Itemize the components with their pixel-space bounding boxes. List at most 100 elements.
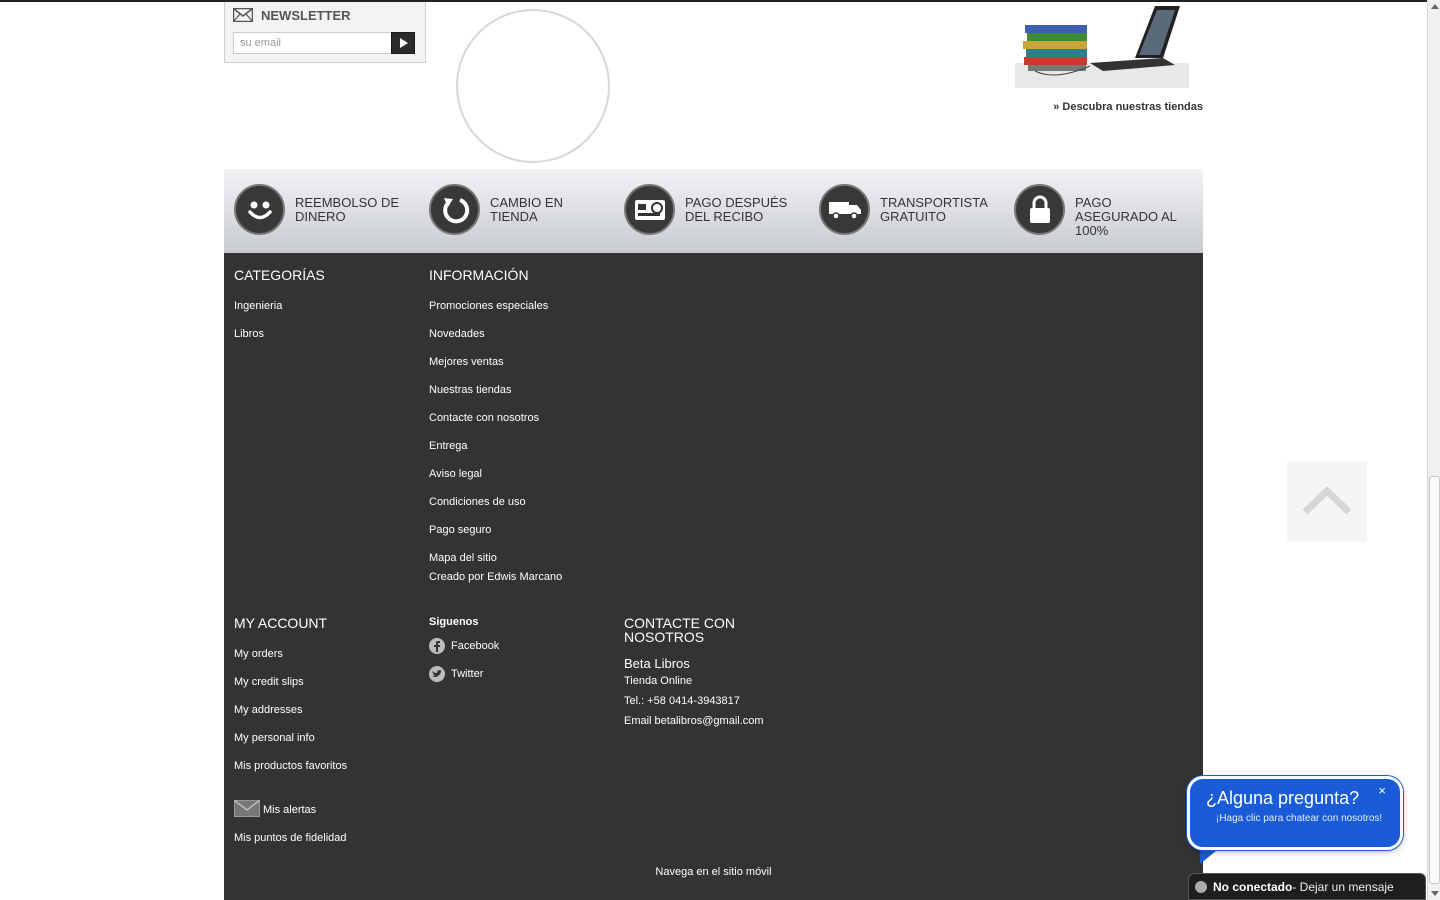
chat-invite-bubble[interactable]: ¿Alguna pregunta? ¡Haga clic para chatea…	[1187, 776, 1403, 850]
info-link[interactable]: Condiciones de uso	[429, 496, 526, 508]
reassurance-item: Cambio en tienda	[419, 169, 614, 253]
reassurance-item: Reembolso de dinero	[224, 169, 419, 253]
store-type: Tienda Online	[624, 675, 693, 687]
list-item: Libros	[234, 326, 325, 354]
chat-question: ¿Alguna pregunta?	[1206, 788, 1360, 808]
info-link[interactable]: Mejores ventas	[429, 356, 504, 368]
chat-status-bar[interactable]: No conectado - Dejar un mensaje	[1188, 873, 1426, 900]
list-item: Entrega	[429, 438, 562, 466]
page-scrollbar[interactable]	[1427, 0, 1440, 900]
list-item: Pago seguro	[429, 522, 562, 550]
card-icon	[624, 184, 675, 235]
account-list: My orders My credit slips My addresses M…	[234, 646, 347, 858]
reassurance-label: Pago después del recibo	[685, 195, 788, 224]
list-item: My personal info	[234, 730, 347, 758]
info-link[interactable]: Nuestras tiendas	[429, 384, 512, 396]
newsletter-header: Newsletter	[233, 5, 351, 25]
created-by-credit[interactable]: Creado por Edwis Marcano	[429, 571, 562, 583]
chat-status: No conectado	[1213, 879, 1293, 894]
reassurance-item: Transportista gratuito	[809, 169, 1004, 253]
category-link[interactable]: Libros	[234, 328, 264, 340]
refresh-icon	[429, 184, 480, 235]
store-name: Beta Libros	[624, 656, 690, 671]
reassurance-label: Reembolso de dinero	[295, 195, 400, 224]
circle-banner	[456, 9, 610, 163]
facebook-icon	[429, 638, 445, 654]
account-link[interactable]: My orders	[234, 648, 283, 660]
reassurance-bar: Reembolso de dinero Cambio en tienda Pag…	[224, 169, 1203, 253]
scroll-down-arrow-icon[interactable]	[1431, 891, 1439, 896]
reassurance-label: Transportista gratuito	[880, 195, 988, 224]
info-link[interactable]: Promociones especiales	[429, 300, 548, 312]
chevron-up-icon	[1302, 486, 1352, 515]
account-link[interactable]: Mis productos favoritos	[234, 760, 347, 772]
list-item: My addresses	[234, 702, 347, 730]
list-item: Mejores ventas	[429, 354, 562, 382]
info-link[interactable]: Mapa del sitio	[429, 552, 497, 564]
account-link[interactable]: Mis puntos de fidelidad	[234, 832, 347, 844]
list-item: My orders	[234, 646, 347, 674]
categories-title: Categorías	[234, 267, 325, 283]
contact-block: Contacte con nosotros Beta Libros Tienda…	[624, 616, 784, 731]
social-list: Facebook Twitter	[429, 632, 499, 688]
account-link[interactable]: Mis alertas	[263, 804, 316, 817]
list-item: My credit slips	[234, 674, 347, 702]
list-item: Nuestras tiendas	[429, 382, 562, 410]
stores-image[interactable]	[1015, 3, 1189, 88]
truck-icon	[819, 184, 870, 235]
footer: Categorías Ingenieria Libros Información…	[224, 253, 1203, 900]
info-link[interactable]: Contacte con nosotros	[429, 412, 539, 424]
info-link[interactable]: Aviso legal	[429, 468, 482, 480]
information-list: Promociones especiales Novedades Mejores…	[429, 298, 562, 571]
list-item: Ingenieria	[234, 298, 325, 326]
scrollbar-thumb[interactable]	[1429, 476, 1440, 884]
reassurance-item: Pago asegurado al 100%	[1004, 169, 1199, 253]
facebook-link[interactable]: Facebook	[451, 640, 499, 652]
store-phone: Tel.: +58 0414-3943817	[624, 695, 740, 707]
discover-stores-link[interactable]: » Descubra nuestras tiendas	[1000, 101, 1203, 113]
close-icon[interactable]: ×	[1378, 783, 1386, 798]
chat-leave-message: - Dejar un mensaje	[1292, 879, 1394, 894]
smile-icon	[234, 184, 285, 235]
twitter-link[interactable]: Twitter	[451, 668, 483, 680]
list-item: Mapa del sitio	[429, 550, 562, 571]
list-item: Novedades	[429, 326, 562, 354]
store-email: Email betalibros@gmail.com	[624, 715, 764, 727]
account-title: My account	[234, 615, 328, 631]
list-item: Condiciones de uso	[429, 494, 562, 522]
contact-title: Contacte con nosotros	[624, 615, 735, 645]
back-to-top-button[interactable]	[1287, 461, 1367, 541]
list-item: Twitter	[429, 660, 499, 688]
scroll-up-arrow-icon[interactable]	[1431, 4, 1439, 9]
newsletter-submit-button[interactable]	[391, 32, 415, 54]
reassurance-item: Pago después del recibo	[614, 169, 809, 253]
info-link[interactable]: Pago seguro	[429, 524, 491, 536]
categories-block: Categorías Ingenieria Libros	[234, 268, 325, 354]
list-item: Aviso legal	[429, 466, 562, 494]
account-link[interactable]: My personal info	[234, 732, 315, 744]
categories-list: Ingenieria Libros	[234, 298, 325, 354]
list-item: Mis alertas	[234, 786, 347, 830]
list-item: Mis productos favoritos	[234, 758, 347, 786]
newsletter-title: Newsletter	[261, 7, 351, 23]
lock-icon	[1014, 184, 1065, 235]
list-item: Promociones especiales	[429, 298, 562, 326]
newsletter-email-input[interactable]	[233, 32, 393, 54]
account-link[interactable]: My credit slips	[234, 676, 304, 688]
social-title: Siguenos	[429, 616, 479, 628]
account-block: My account My orders My credit slips My …	[234, 616, 347, 858]
list-item: Facebook	[429, 632, 499, 660]
list-item: Mis puntos de fidelidad	[234, 830, 347, 858]
info-link[interactable]: Novedades	[429, 328, 485, 340]
mail-icon	[234, 800, 260, 817]
info-link[interactable]: Entrega	[429, 440, 468, 452]
play-arrow-icon	[400, 38, 408, 48]
reassurance-label: Cambio en tienda	[490, 195, 563, 224]
category-link[interactable]: Ingenieria	[234, 300, 282, 312]
reassurance-label: Pago asegurado al 100%	[1075, 195, 1177, 238]
list-item: Contacte con nosotros	[429, 410, 562, 438]
chat-subtitle: ¡Haga clic para chatear con nosotros!	[1216, 813, 1383, 824]
mobile-site-link[interactable]: Navega en el sitio móvil	[224, 866, 1203, 878]
account-link[interactable]: My addresses	[234, 704, 302, 716]
twitter-icon	[429, 666, 445, 682]
